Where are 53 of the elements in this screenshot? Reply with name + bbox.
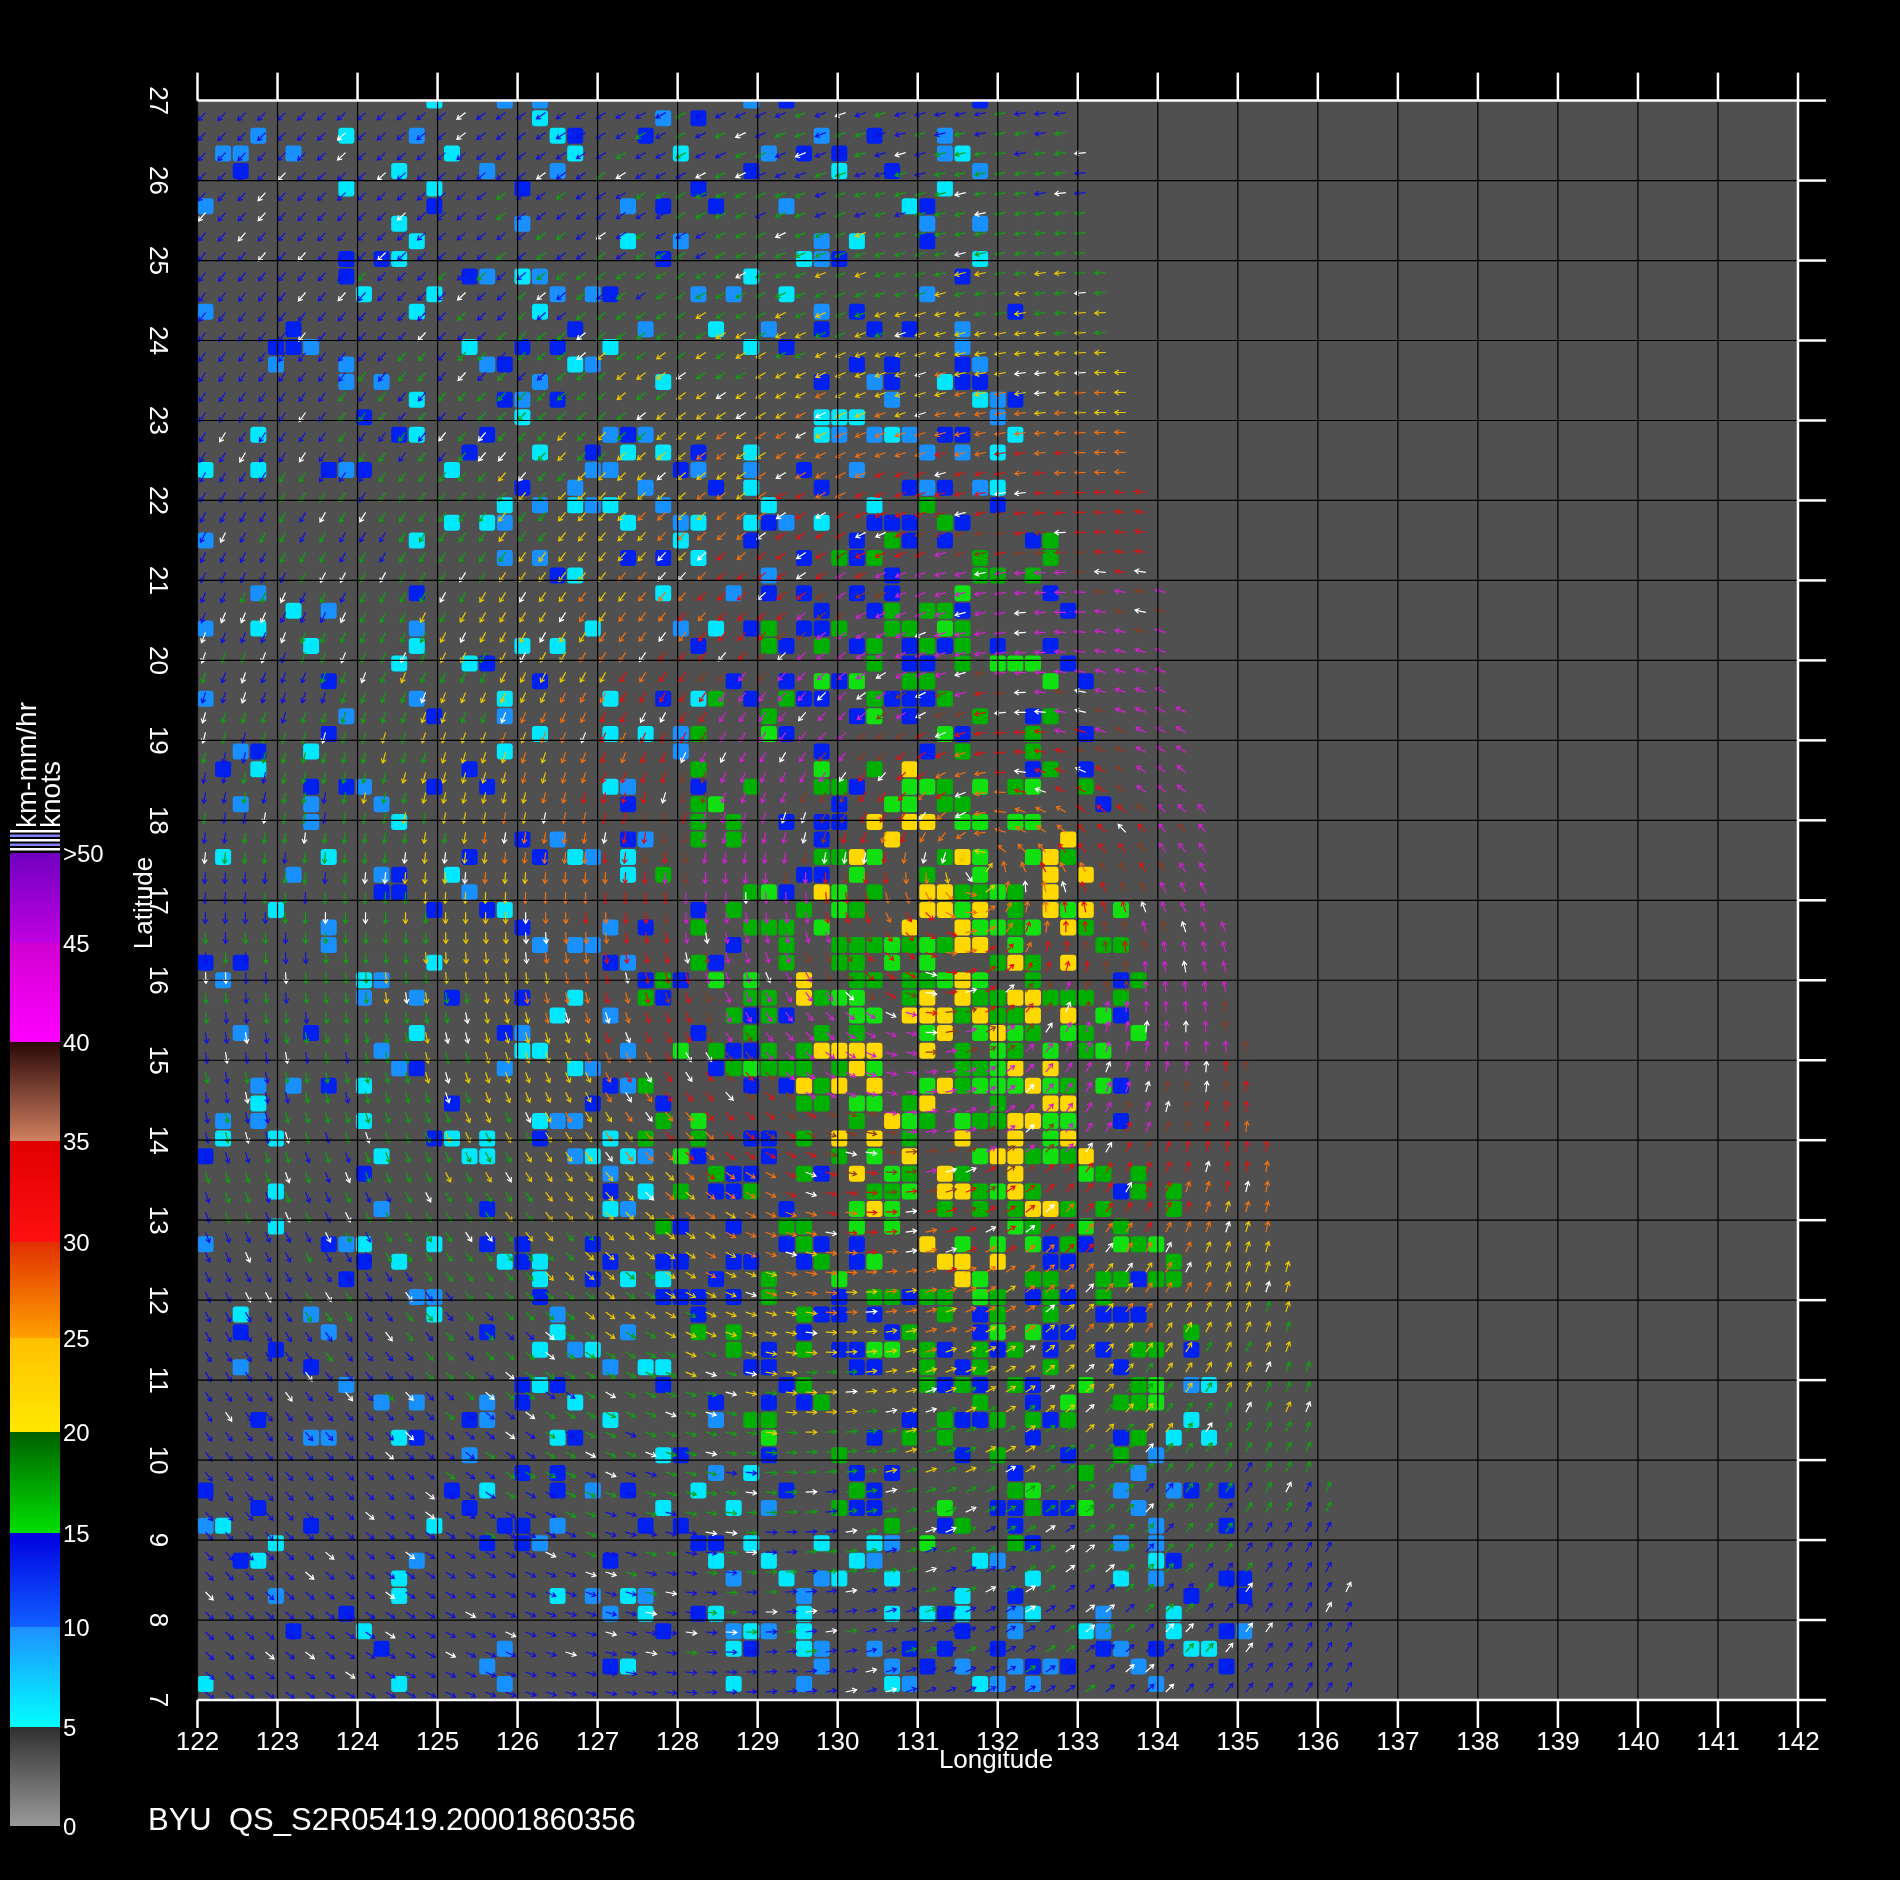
y-tick-label: 22 bbox=[144, 486, 174, 515]
x-tick-label: 129 bbox=[736, 1726, 780, 1756]
y-tick-label: 19 bbox=[144, 725, 174, 755]
y-tick-label: 24 bbox=[144, 326, 174, 355]
y-tick-label: 8 bbox=[144, 1612, 174, 1628]
y-tick-label: 21 bbox=[144, 565, 174, 595]
x-tick-label: 138 bbox=[1456, 1726, 1500, 1756]
y-tick-label: 15 bbox=[144, 1045, 174, 1075]
scale-label: 25 bbox=[63, 1325, 90, 1352]
y-tick-label: 11 bbox=[144, 1366, 174, 1394]
y-tick-label: 13 bbox=[144, 1205, 174, 1235]
y-tick-label: 26 bbox=[144, 166, 174, 196]
scale-label: >50 bbox=[63, 840, 104, 867]
x-tick-label: 128 bbox=[655, 1726, 700, 1756]
scale-label: 40 bbox=[63, 1029, 90, 1056]
x-tick-label: 136 bbox=[1296, 1726, 1340, 1756]
y-tick-label: 20 bbox=[144, 645, 174, 675]
scale-label: 20 bbox=[63, 1419, 90, 1446]
x-tick-label: 124 bbox=[335, 1726, 380, 1756]
x-tick-label: 123 bbox=[255, 1726, 300, 1756]
x-tick-label: 131 bbox=[896, 1726, 940, 1756]
y-tick-label: 12 bbox=[144, 1285, 174, 1315]
scale-label: 5 bbox=[63, 1714, 77, 1741]
scale-label: 10 bbox=[63, 1614, 90, 1641]
x-tick-label: 130 bbox=[816, 1726, 860, 1756]
x-tick-label: 134 bbox=[1136, 1726, 1180, 1756]
x-tick-label: 126 bbox=[495, 1726, 540, 1756]
y-tick-label: 18 bbox=[144, 805, 174, 835]
x-tick-label: 142 bbox=[1776, 1726, 1820, 1756]
x-tick-label: 135 bbox=[1216, 1726, 1260, 1756]
y-tick-label: 10 bbox=[144, 1445, 174, 1475]
x-tick-label: 141 bbox=[1696, 1726, 1740, 1756]
x-tick-label: 137 bbox=[1376, 1726, 1420, 1756]
x-tick-label: 140 bbox=[1616, 1726, 1660, 1756]
x-tick-label: 127 bbox=[575, 1726, 620, 1756]
y-tick-label: 14 bbox=[144, 1125, 174, 1155]
scale-label: 0 bbox=[63, 1813, 77, 1840]
y-tick-label: 25 bbox=[144, 246, 174, 275]
unit-label: knots bbox=[35, 761, 66, 828]
y-tick-label: 7 bbox=[144, 1692, 174, 1708]
scale-label: 15 bbox=[63, 1520, 90, 1547]
y-tick-label: 16 bbox=[144, 965, 174, 995]
image-caption: BYU QS_S2R05419.20001860356 bbox=[148, 1802, 636, 1837]
scale-label: 35 bbox=[63, 1128, 90, 1155]
y-tick-label: 9 bbox=[144, 1532, 174, 1548]
x-tick-label: 122 bbox=[175, 1726, 220, 1756]
y-tick-label: 27 bbox=[144, 86, 174, 116]
y-tick-label: 23 bbox=[144, 406, 174, 435]
scale-label: 30 bbox=[63, 1229, 90, 1256]
x-tick-label: 125 bbox=[415, 1726, 460, 1756]
x-tick-label: 133 bbox=[1056, 1726, 1100, 1756]
scale-label: 45 bbox=[63, 930, 90, 957]
x-tick-label: 139 bbox=[1536, 1726, 1580, 1756]
